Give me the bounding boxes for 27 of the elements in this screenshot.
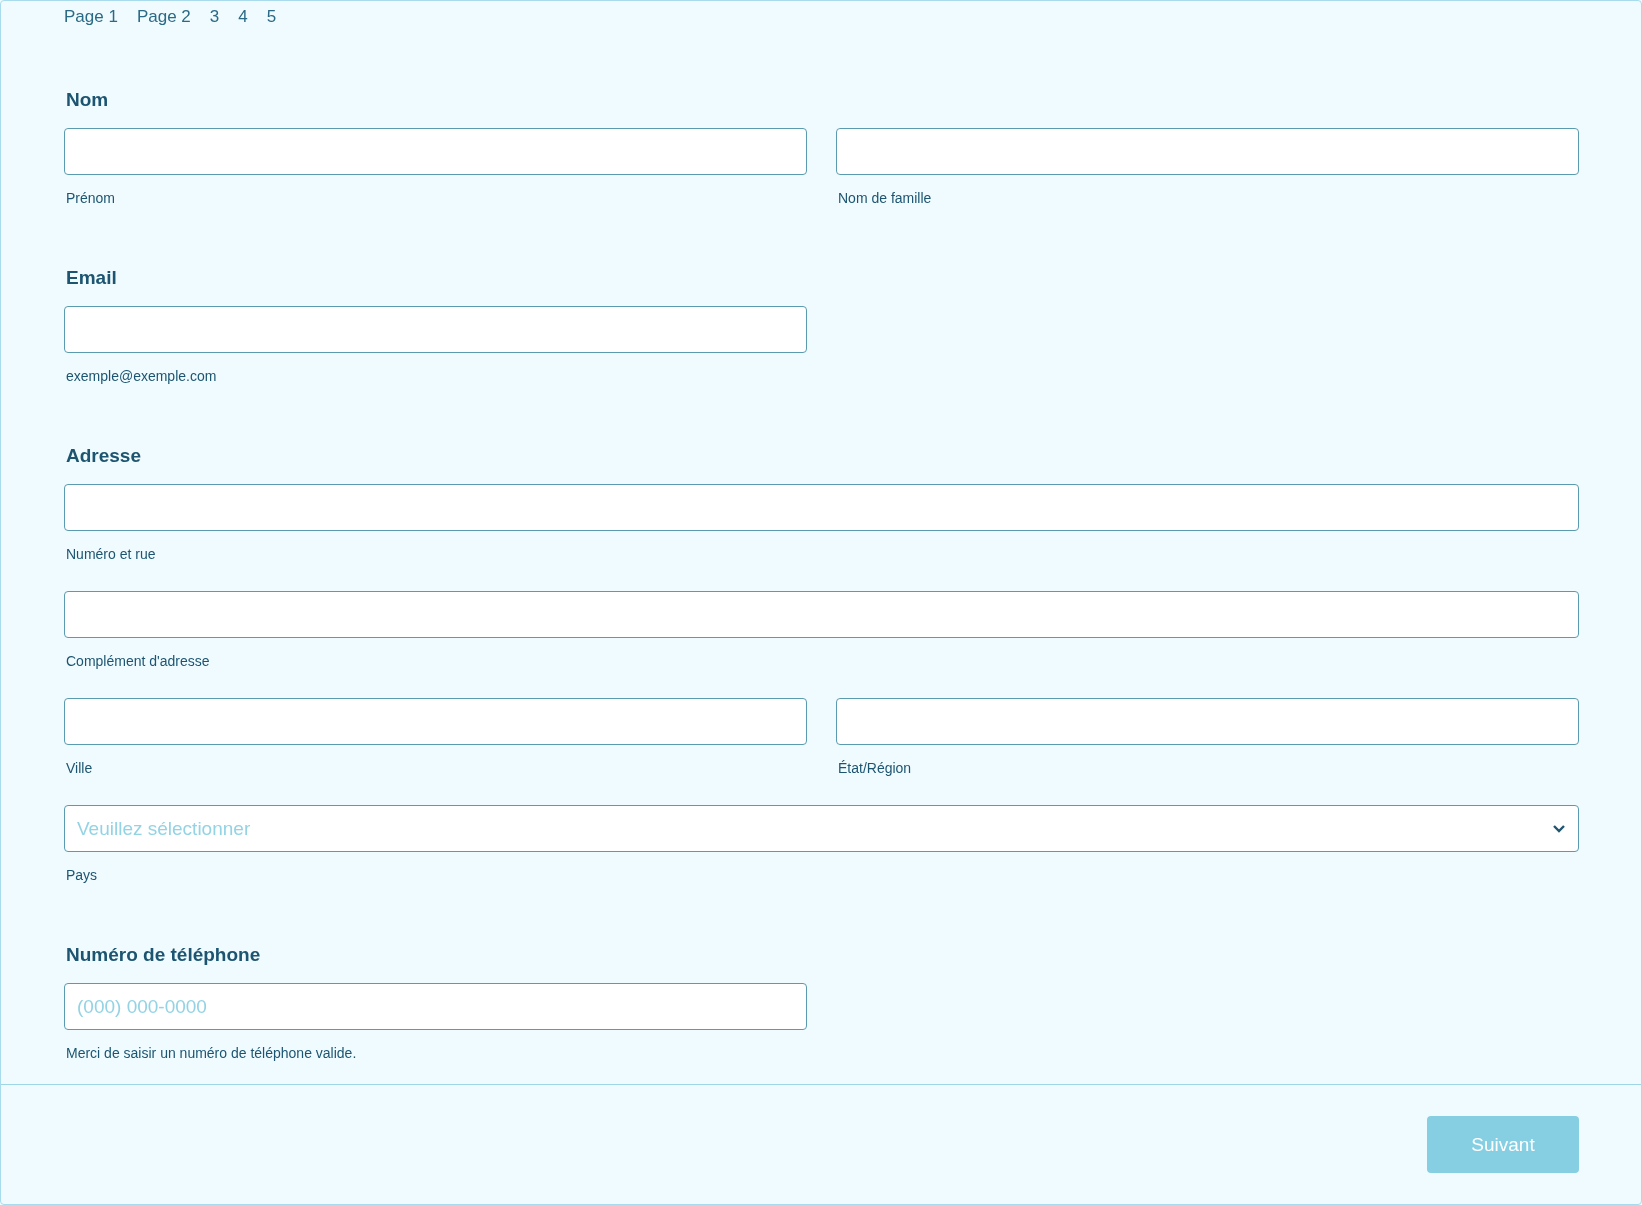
input-field[interactable] xyxy=(64,306,807,353)
field-hint: exemple@exemple.com xyxy=(66,368,218,384)
field-hint: Ville xyxy=(66,760,94,776)
chevron-down-icon xyxy=(1552,824,1566,833)
page-link[interactable]: 5 xyxy=(266,7,277,27)
input-field[interactable]: (000) 000-0000 xyxy=(64,983,807,1030)
page-link[interactable]: Page 2 xyxy=(136,7,191,27)
field-hint: Complément d'adresse xyxy=(66,653,211,669)
page-link[interactable]: 4 xyxy=(238,7,248,27)
input-field[interactable] xyxy=(836,128,1579,175)
field-hint: Numéro et rue xyxy=(66,546,157,562)
field-hint: Nom de famille xyxy=(838,190,933,206)
input-field[interactable] xyxy=(64,698,807,745)
input-field[interactable] xyxy=(64,591,1579,638)
page-link[interactable]: Page 1 xyxy=(64,7,118,27)
input-field[interactable] xyxy=(64,484,1579,531)
field-hint: Prénom xyxy=(66,190,117,206)
field-label: Email xyxy=(66,267,118,289)
input-field[interactable] xyxy=(836,698,1579,745)
field-label: Numéro de téléphone xyxy=(66,944,262,966)
field-hint: Pays xyxy=(66,867,99,883)
field-label: Adresse xyxy=(66,445,142,467)
field-hint: Merci de saisir un numéro de téléphone valide. xyxy=(66,1045,358,1061)
field-label: Nom xyxy=(66,89,110,111)
field-hint: État/Région xyxy=(838,760,913,776)
page-link[interactable]: 3 xyxy=(209,7,220,27)
input-field[interactable] xyxy=(64,128,807,175)
